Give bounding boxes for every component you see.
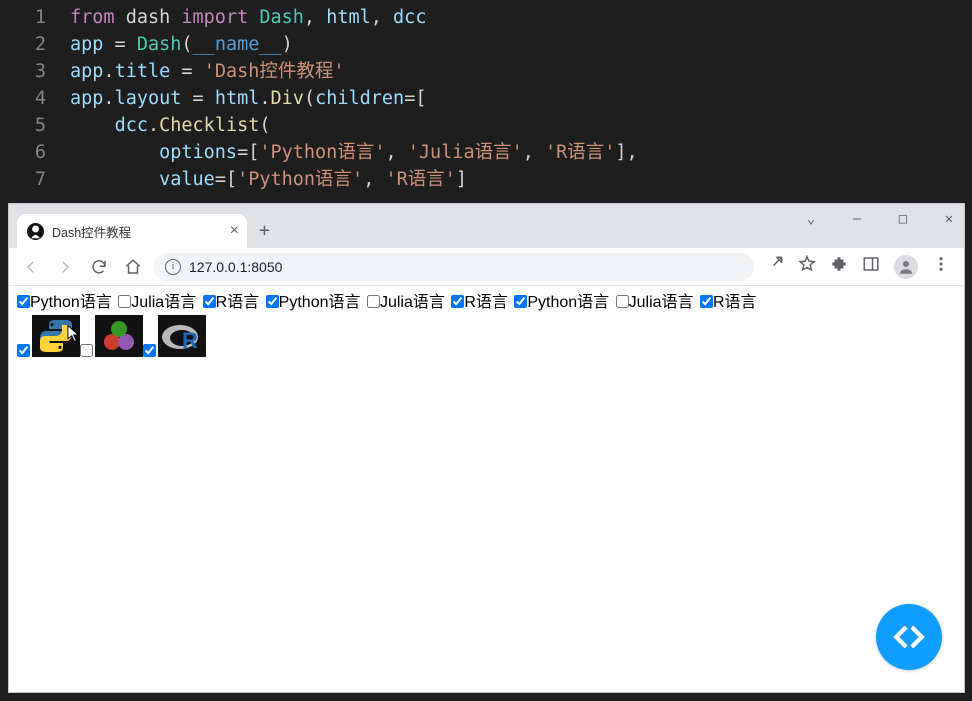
page-viewport: Python语言 Julia语言 R语言 Python语言 Julia语言 R语…: [9, 286, 964, 692]
checkbox[interactable]: [118, 295, 131, 308]
checklist-option[interactable]: Julia语言: [367, 294, 445, 311]
favicon-icon: [27, 223, 44, 240]
address-bar: i 127.0.0.1:8050: [9, 248, 964, 286]
checklist-option[interactable]: R语言: [451, 294, 508, 311]
kebab-menu-icon[interactable]: [932, 255, 950, 278]
side-panel-icon[interactable]: [862, 255, 880, 278]
code-content[interactable]: value=['Python语言', 'R语言']: [70, 166, 972, 193]
svg-text:R: R: [182, 328, 198, 353]
browser-window: Dash控件教程 × + ⌄ — □ ✕ i 127.0.0.1:8050: [8, 203, 965, 693]
site-info-icon[interactable]: i: [165, 259, 181, 275]
checklist-row: Python语言 Julia语言 R语言: [266, 294, 515, 311]
checkbox-label: R语言: [216, 294, 260, 311]
checkbox-label: Julia语言: [380, 294, 445, 311]
checklist-option[interactable]: Python语言: [514, 294, 609, 311]
r-logo-icon: R: [158, 315, 206, 357]
image-option-python[interactable]: [17, 315, 80, 357]
image-option-r[interactable]: R: [143, 315, 206, 357]
reload-button[interactable]: [85, 253, 113, 281]
code-line: 2app = Dash(__name__): [0, 31, 972, 58]
url-input[interactable]: i 127.0.0.1:8050: [153, 253, 754, 281]
checklist-option[interactable]: Python语言: [17, 294, 112, 311]
checkbox[interactable]: [17, 295, 30, 308]
code-content[interactable]: options=['Python语言', 'Julia语言', 'R语言'],: [70, 139, 972, 166]
python-logo-icon: [32, 315, 80, 357]
line-number: 5: [0, 112, 70, 139]
code-line: 1from dash import Dash, html, dcc: [0, 4, 972, 31]
line-number: 1: [0, 4, 70, 31]
checkbox[interactable]: [143, 344, 156, 357]
checkbox[interactable]: [616, 295, 629, 308]
checkbox[interactable]: [451, 295, 464, 308]
checkbox[interactable]: [80, 344, 93, 357]
code-content[interactable]: from dash import Dash, html, dcc: [70, 4, 972, 31]
checkbox-label: Julia语言: [131, 294, 196, 311]
checkbox-label: Python语言: [527, 294, 609, 311]
checklist-row: Python语言 Julia语言 R语言: [514, 294, 758, 311]
checkbox[interactable]: [17, 344, 30, 357]
url-text: 127.0.0.1:8050: [189, 259, 282, 275]
checkbox[interactable]: [514, 295, 527, 308]
image-option-julia[interactable]: [80, 315, 143, 357]
checklist-option[interactable]: Python语言: [266, 294, 361, 311]
line-number: 6: [0, 139, 70, 166]
minimize-button[interactable]: —: [848, 211, 866, 227]
back-button[interactable]: [17, 253, 45, 281]
bookmark-icon[interactable]: [798, 255, 816, 278]
code-editor: 1from dash import Dash, html, dcc2app = …: [0, 0, 972, 193]
checkbox[interactable]: [367, 295, 380, 308]
image-checklist: R: [17, 315, 956, 357]
code-line: 5 dcc.Checklist(: [0, 112, 972, 139]
share-icon[interactable]: [766, 255, 784, 278]
julia-logo-icon: [95, 315, 143, 357]
line-number: 3: [0, 58, 70, 85]
checkbox[interactable]: [203, 295, 216, 308]
checklist-option[interactable]: R语言: [700, 294, 757, 311]
new-tab-button[interactable]: +: [259, 220, 270, 241]
checkbox-label: R语言: [713, 294, 757, 311]
code-content[interactable]: dcc.Checklist(: [70, 112, 972, 139]
code-content[interactable]: app.layout = html.Div(children=[: [70, 85, 972, 112]
checklist-option[interactable]: R语言: [203, 294, 260, 311]
caret-down-icon[interactable]: ⌄: [802, 211, 820, 227]
code-content[interactable]: app = Dash(__name__): [70, 31, 972, 58]
checkbox[interactable]: [700, 295, 713, 308]
code-content[interactable]: app.title = 'Dash控件教程': [70, 58, 972, 85]
tab-close-icon[interactable]: ×: [230, 222, 239, 240]
close-window-button[interactable]: ✕: [940, 211, 958, 227]
browser-titlebar: Dash控件教程 × + ⌄ — □ ✕: [9, 204, 964, 248]
maximize-button[interactable]: □: [894, 211, 912, 227]
code-line: 3app.title = 'Dash控件教程': [0, 58, 972, 85]
window-controls: ⌄ — □ ✕: [802, 204, 958, 234]
code-line: 4app.layout = html.Div(children=[: [0, 85, 972, 112]
extensions-icon[interactable]: [830, 255, 848, 278]
line-number: 2: [0, 31, 70, 58]
checklist-row: Python语言 Julia语言 R语言: [17, 294, 266, 311]
checkbox[interactable]: [266, 295, 279, 308]
checkbox-label: Julia语言: [629, 294, 694, 311]
checklist-option[interactable]: Julia语言: [616, 294, 694, 311]
code-line: 7 value=['Python语言', 'R语言']: [0, 166, 972, 193]
checkbox-label: Python语言: [279, 294, 361, 311]
browser-tab[interactable]: Dash控件教程 ×: [17, 214, 247, 248]
checkbox-label: R语言: [464, 294, 508, 311]
tab-title: Dash控件教程: [52, 222, 222, 241]
profile-avatar[interactable]: [894, 255, 918, 279]
checkbox-label: Python语言: [30, 294, 112, 311]
home-button[interactable]: [119, 253, 147, 281]
line-number: 7: [0, 166, 70, 193]
code-line: 6 options=['Python语言', 'Julia语言', 'R语言']…: [0, 139, 972, 166]
forward-button[interactable]: [51, 253, 79, 281]
line-number: 4: [0, 85, 70, 112]
dash-devtools-button[interactable]: [876, 604, 942, 670]
checklist-option[interactable]: Julia语言: [118, 294, 196, 311]
